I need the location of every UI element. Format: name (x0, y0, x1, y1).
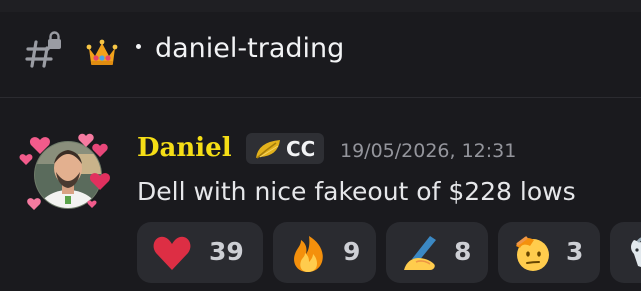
reaction-heart[interactable]: 39 (137, 222, 263, 283)
reaction-count: 9 (343, 237, 361, 266)
locked-hash-icon (25, 31, 61, 68)
red-heart-icon (153, 236, 191, 270)
leaf-icon (256, 139, 280, 159)
saluting-face-icon (516, 236, 549, 271)
role-tag[interactable]: CC (246, 133, 324, 164)
writing-hand-icon (404, 236, 436, 270)
crown-icon (86, 39, 118, 65)
reaction-fire[interactable]: 9 (273, 222, 376, 283)
header-divider (0, 97, 641, 98)
reaction-goat[interactable] (610, 222, 641, 283)
fire-icon (294, 236, 323, 272)
role-tag-label: CC (286, 136, 316, 161)
reaction-count: 3 (566, 237, 584, 266)
author-name[interactable]: Daniel (137, 130, 232, 166)
message-timestamp: 19/05/2026, 12:31 (340, 140, 517, 162)
reaction-saluting-face[interactable]: 3 (498, 222, 600, 283)
avatar[interactable] (18, 124, 114, 220)
message-content: Dell with nice fakeout of $228 lows (137, 177, 576, 206)
goat-icon (631, 237, 641, 267)
reaction-count: 8 (454, 237, 472, 266)
reaction-count: 39 (209, 237, 244, 266)
channel-name[interactable]: daniel-trading (155, 31, 344, 67)
reaction-writing-hand[interactable]: 8 (386, 222, 488, 283)
window-top-strip (0, 0, 641, 12)
title-separator-dot (136, 44, 141, 49)
